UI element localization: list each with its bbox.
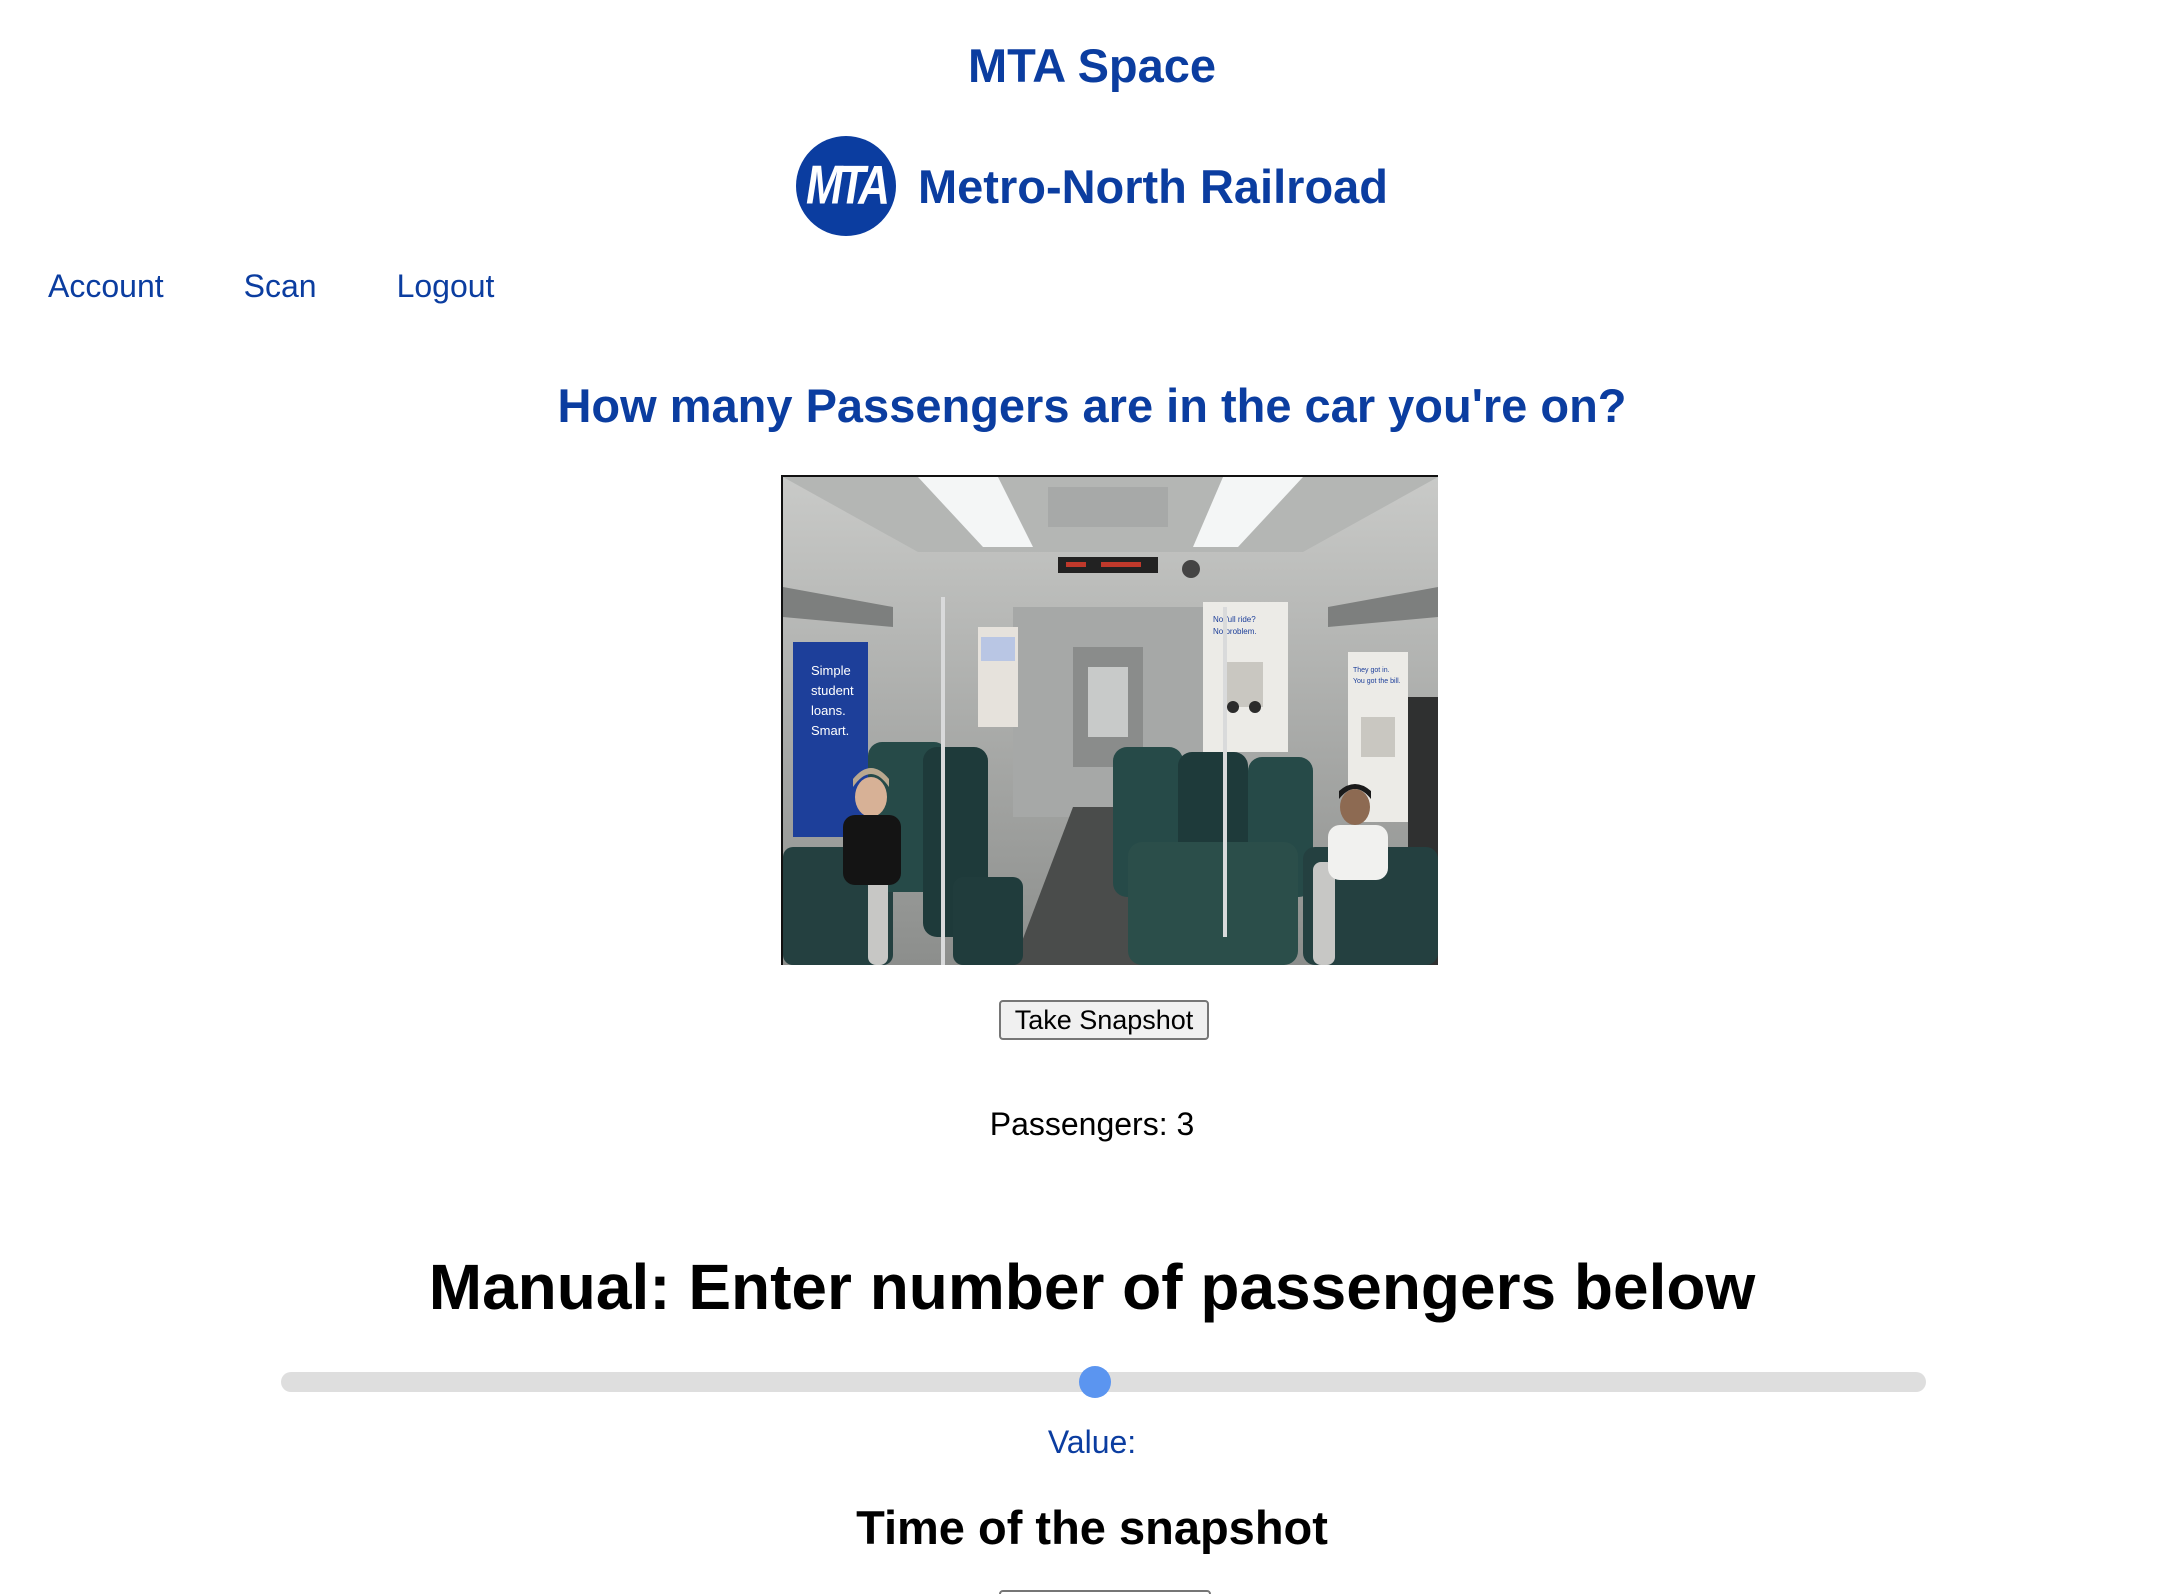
page: MTA Space MTA Metro-North Railroad Accou… [0,0,2184,1594]
passenger-count: Passengers: 3 [989,1106,1195,1142]
train-car-image: Simple student loans. Smart. No full rid… [783,477,1438,965]
passenger-man [1340,789,1370,825]
mta-logo-text: MTA [805,154,890,216]
top-nav: Account Scan Logout [48,268,494,305]
snapshot-time-input[interactable] [999,1590,1211,1594]
mta-logo-icon: MTA [796,136,896,236]
svg-text:student: student [811,683,854,698]
brand-header: MTA Metro-North Railroad [0,136,2184,236]
svg-text:You got the bill.: You got the bill. [1353,678,1401,685]
svg-text:No full ride?: No full ride? [1213,615,1256,624]
svg-text:They got in.: They got in. [1353,667,1390,674]
camera-dome [1182,560,1200,578]
app-title: MTA Space [967,39,1217,92]
manual-entry-title: Manual: Enter number of passengers below [428,1251,1756,1323]
snapshot-time-title: Time of the snapshot [856,1501,1328,1554]
svg-text:loans.: loans. [811,703,846,718]
svg-text:Simple: Simple [811,663,851,678]
passenger-woman [855,777,887,817]
nav-account-link[interactable]: Account [48,268,164,305]
nav-scan-link[interactable]: Scan [244,268,317,305]
brand-name: Metro-North Railroad [918,159,1388,213]
take-snapshot-button[interactable]: Take Snapshot [999,1000,1209,1040]
passenger-question: How many Passengers are in the car you'r… [557,379,1627,432]
slider-value-label: Value: [1047,1424,1137,1460]
camera-feed: Simple student loans. Smart. No full rid… [781,475,1438,965]
svg-text:Smart.: Smart. [811,723,849,738]
slider-thumb[interactable] [1079,1366,1112,1398]
svg-text:No problem.: No problem. [1213,627,1257,636]
nav-logout-link[interactable]: Logout [397,268,495,305]
passenger-slider[interactable] [281,1366,1926,1398]
